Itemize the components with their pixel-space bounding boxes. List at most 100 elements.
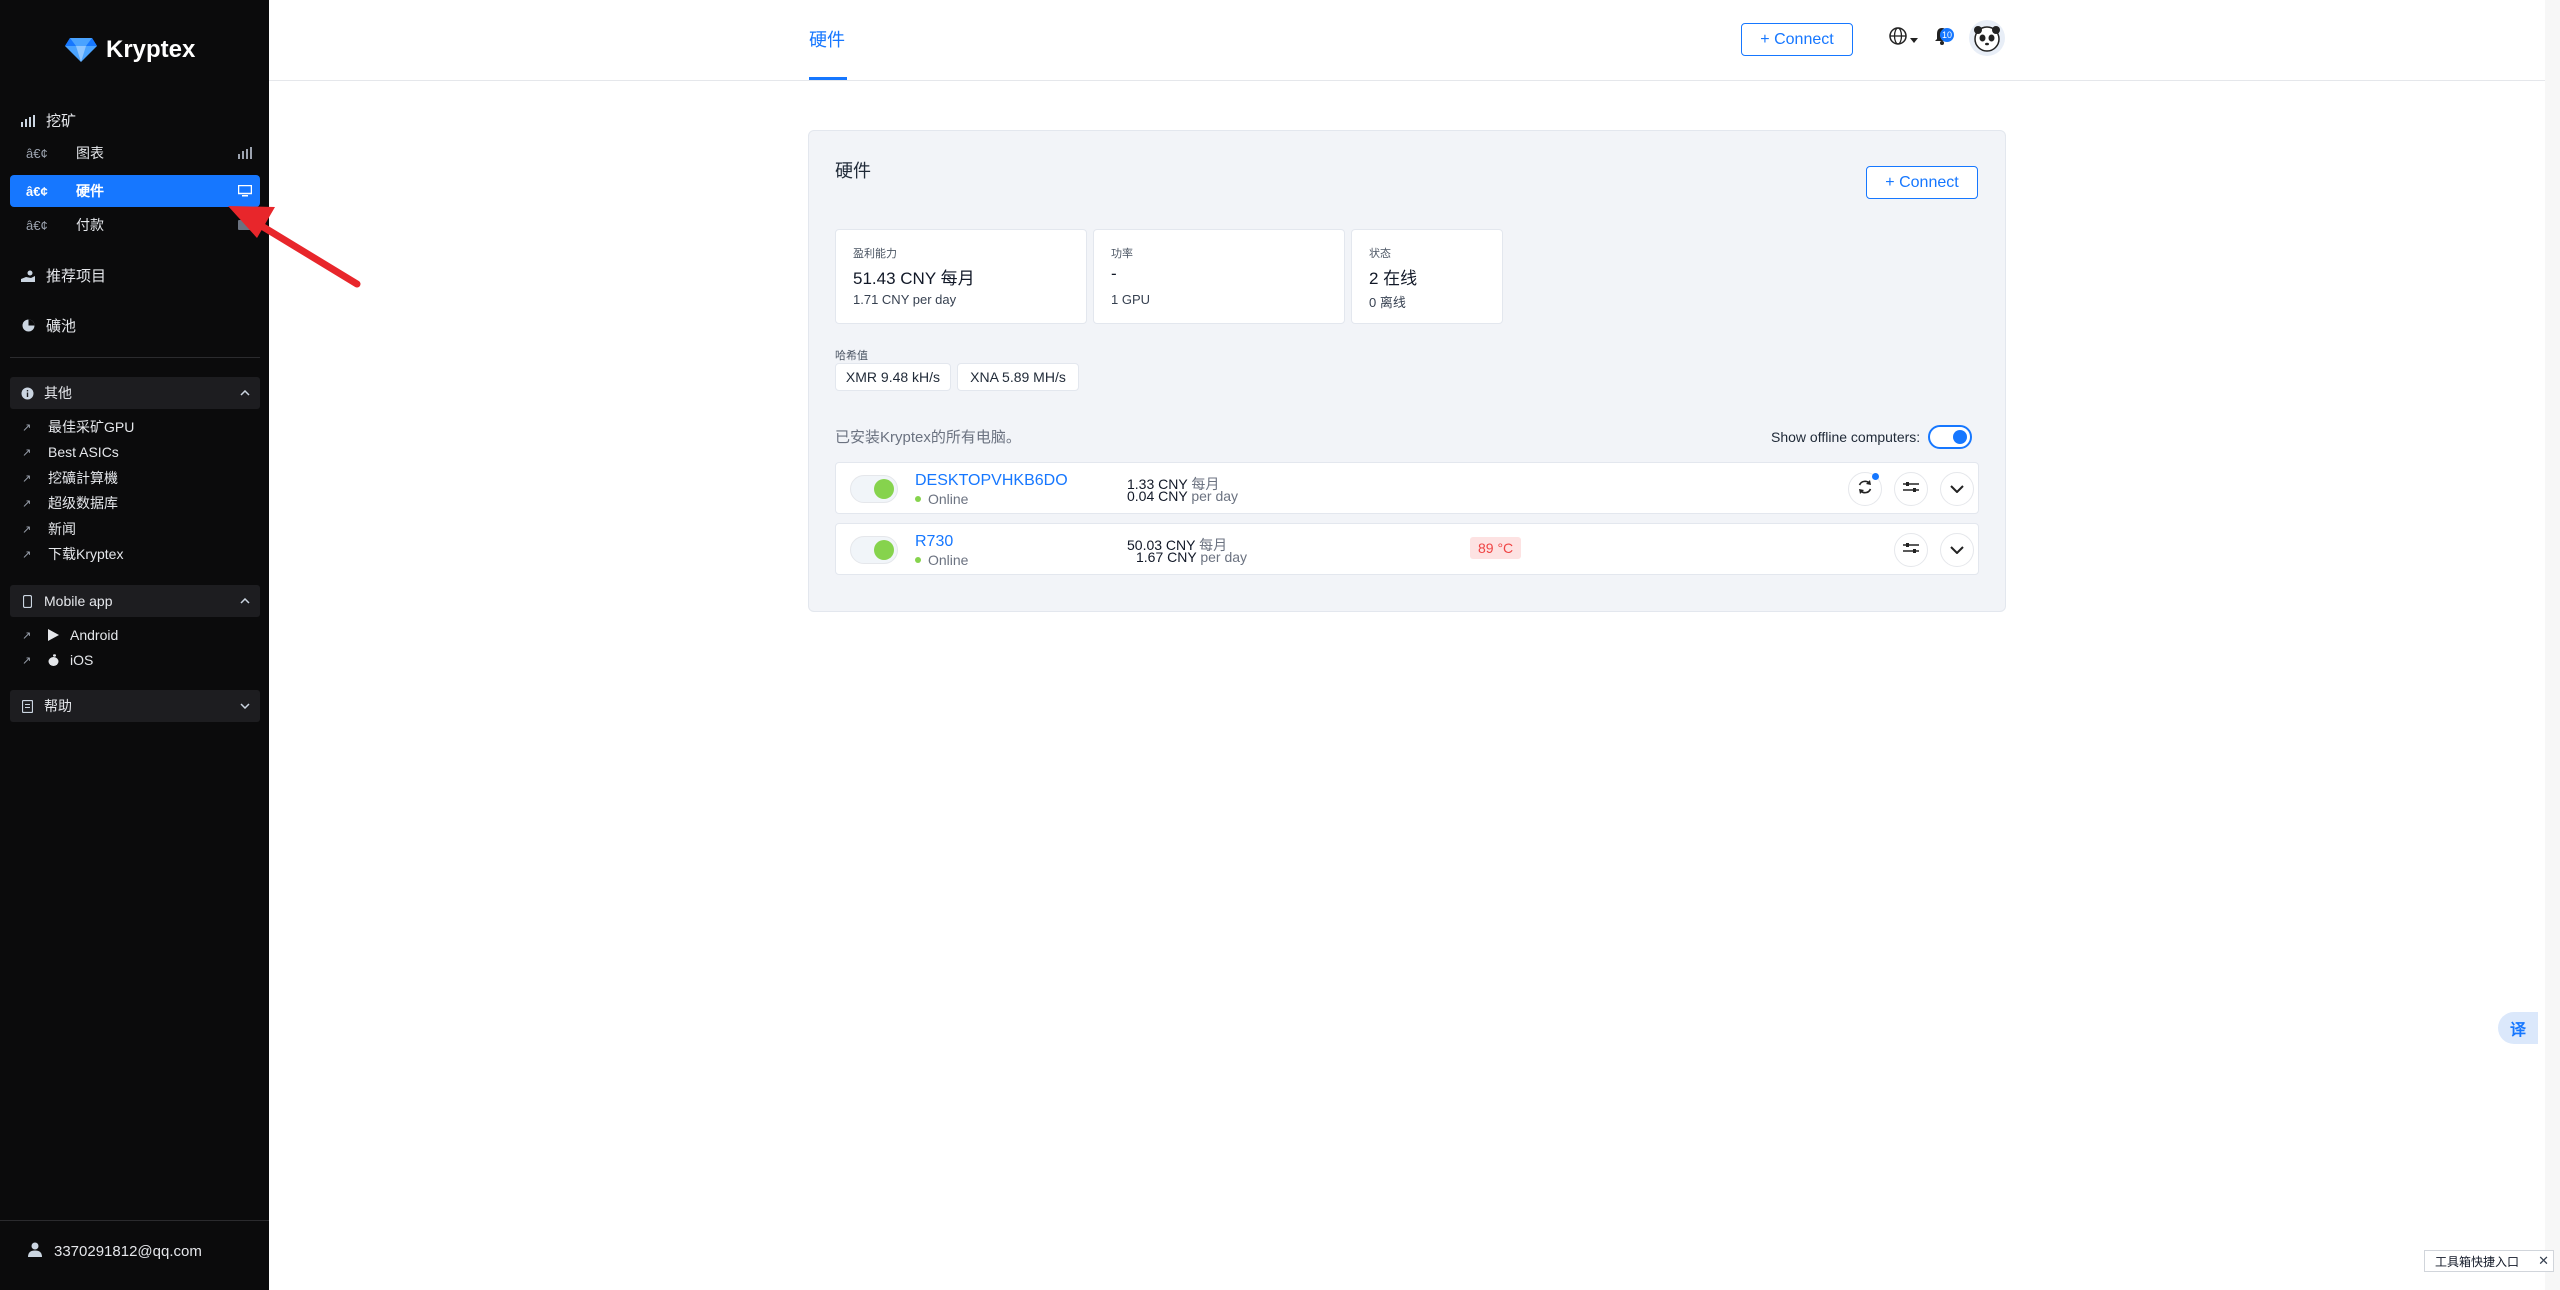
show-offline-toggle[interactable] — [1928, 425, 1973, 449]
chevron-up-icon — [230, 390, 260, 396]
section-other[interactable]: 其他 — [10, 377, 260, 409]
refresh-button[interactable] — [1848, 472, 1882, 506]
computer-status-text: Online — [928, 552, 969, 568]
nav-mining-label: 挖矿 — [46, 113, 77, 130]
nav-pools[interactable]: 礦池 — [20, 315, 76, 336]
link-news[interactable]: ↗ 新闻 — [22, 518, 76, 540]
signal-bars-icon — [20, 113, 36, 129]
panda-avatar-icon — [1974, 26, 2000, 52]
translate-button[interactable]: 译 — [2498, 1012, 2538, 1044]
play-icon — [48, 629, 70, 641]
stat-value: - — [1111, 264, 1117, 283]
section-help-label: 帮助 — [44, 698, 72, 714]
hashrate-label: 哈希值 — [835, 350, 868, 362]
online-dot-icon — [915, 496, 921, 502]
chevron-down-icon — [1950, 480, 1964, 498]
hand-coin-icon — [20, 268, 36, 284]
sidebar-divider — [0, 1220, 269, 1221]
toolbox-shortcut[interactable]: 工具箱快捷入口 ✕ — [2424, 1250, 2554, 1272]
link-label: Best ASICs — [48, 444, 119, 460]
user-account[interactable]: 3370291812@qq.com — [28, 1242, 202, 1261]
stat-title: 状态 — [1369, 248, 1391, 260]
kryptex-logo[interactable]: Kryptex — [64, 36, 195, 64]
settings-button[interactable] — [1894, 533, 1928, 567]
sidebar: Kryptex 挖矿 â€¢ 图表 â€¢ 硬件 â€¢ 付款 推荐项目 礦池 … — [0, 0, 269, 1290]
apple-icon — [48, 654, 70, 666]
toggle-knob — [1953, 430, 1968, 444]
computer-status: Online — [915, 552, 968, 568]
pie-chart-icon — [20, 318, 36, 334]
top-connect-button[interactable]: + Connect — [1741, 23, 1853, 56]
brand-name: Kryptex — [106, 36, 196, 63]
close-icon[interactable]: ✕ — [2538, 1253, 2549, 1269]
chevron-up-icon — [230, 598, 260, 604]
language-selector[interactable] — [1889, 27, 1918, 50]
stat-value: 2 在线 — [1369, 269, 1418, 288]
link-android[interactable]: ↗ Android — [22, 624, 118, 646]
section-mobile-label: Mobile app — [44, 593, 113, 609]
stat-value: 51.43 CNY 每月 — [853, 269, 975, 288]
active-tab-indicator — [809, 77, 847, 80]
nav-referrals-label: 推荐项目 — [46, 268, 107, 285]
bullet-text: â€¢ — [26, 217, 48, 233]
sidebar-item-payments[interactable]: â€¢ 付款 — [10, 209, 260, 241]
nav-mining[interactable]: 挖矿 — [20, 110, 76, 131]
sidebar-divider — [10, 357, 260, 358]
section-mobile-app[interactable]: Mobile app — [10, 585, 260, 617]
sidebar-item-hardware[interactable]: â€¢ 硬件 — [10, 175, 260, 207]
table-row: DESKTOPVHKB6DO Online 1.33 CNY 每月 0.04 C… — [835, 462, 1979, 514]
link-database[interactable]: ↗ 超级数据库 — [22, 492, 118, 514]
card-connect-button[interactable]: + Connect — [1866, 166, 1978, 199]
link-calculator[interactable]: ↗ 挖礦計算機 — [22, 467, 118, 489]
stat-power: 功率 - 1 GPU — [1093, 229, 1345, 324]
expand-button[interactable] — [1940, 533, 1974, 567]
tab-hardware[interactable]: 硬件 — [809, 26, 845, 52]
stat-sub: 1 GPU — [1111, 292, 1151, 307]
bullet-text: â€¢ — [26, 145, 48, 161]
external-link-icon: ↗ — [22, 472, 32, 485]
link-label: 最佳采矿GPU — [48, 419, 135, 435]
online-dot-icon — [915, 557, 921, 563]
settings-button[interactable] — [1894, 472, 1928, 506]
external-link-icon: ↗ — [22, 497, 32, 510]
expand-button[interactable] — [1940, 472, 1974, 506]
external-link-icon: ↗ — [22, 629, 32, 642]
hardware-card: 硬件 + Connect 盈利能力 51.43 CNY 每月 1.71 CNY … — [808, 130, 2006, 612]
scrollbar-track[interactable] — [2545, 0, 2560, 1290]
nav-pools-label: 礦池 — [46, 318, 77, 335]
daily-unit: per day — [1200, 549, 1248, 565]
phone-icon — [10, 594, 44, 608]
show-offline-label: Show offline computers: — [1771, 429, 1921, 445]
link-best-asics[interactable]: ↗ Best ASICs — [22, 441, 119, 463]
wallet-icon — [230, 219, 260, 231]
section-help[interactable]: 帮助 — [10, 690, 260, 722]
chevron-down-icon — [230, 703, 260, 709]
stat-profitability: 盈利能力 51.43 CNY 每月 1.71 CNY per day — [835, 229, 1087, 324]
link-label: 挖礦計算機 — [48, 470, 118, 486]
computer-name[interactable]: DESKTOPVHKB6DO — [915, 472, 1068, 490]
info-icon — [10, 387, 44, 400]
miner-toggle[interactable] — [850, 475, 898, 503]
external-link-icon: ↗ — [22, 421, 32, 434]
daily-earnings: 0.04 CNY per day — [1127, 488, 1238, 504]
table-row: R730 Online 50.03 CNY 每月 1.67 CNY per da… — [835, 523, 1979, 575]
hashrate-chip: XNA 5.89 MH/s — [957, 363, 1079, 391]
avatar[interactable] — [1969, 20, 2005, 56]
daily-value: 1.67 CNY — [1136, 549, 1197, 565]
document-icon — [10, 699, 44, 713]
link-best-gpu[interactable]: ↗ 最佳采矿GPU — [22, 416, 134, 438]
miner-toggle[interactable] — [850, 536, 898, 564]
external-link-icon: ↗ — [22, 548, 32, 561]
toggle-knob — [874, 540, 894, 560]
chevron-down-icon — [1950, 541, 1964, 559]
sidebar-item-charts[interactable]: â€¢ 图表 — [10, 137, 260, 169]
top-bar — [269, 0, 2545, 81]
nav-referrals[interactable]: 推荐项目 — [20, 265, 106, 286]
computer-name[interactable]: R730 — [915, 533, 953, 551]
link-ios[interactable]: ↗ iOS — [22, 649, 93, 671]
link-label: 新闻 — [48, 521, 76, 537]
link-download[interactable]: ↗ 下载Kryptex — [22, 543, 123, 565]
sidebar-item-label: 硬件 — [76, 183, 104, 199]
stat-title: 盈利能力 — [853, 248, 897, 260]
stat-sub: 0 离线 — [1369, 295, 1406, 310]
